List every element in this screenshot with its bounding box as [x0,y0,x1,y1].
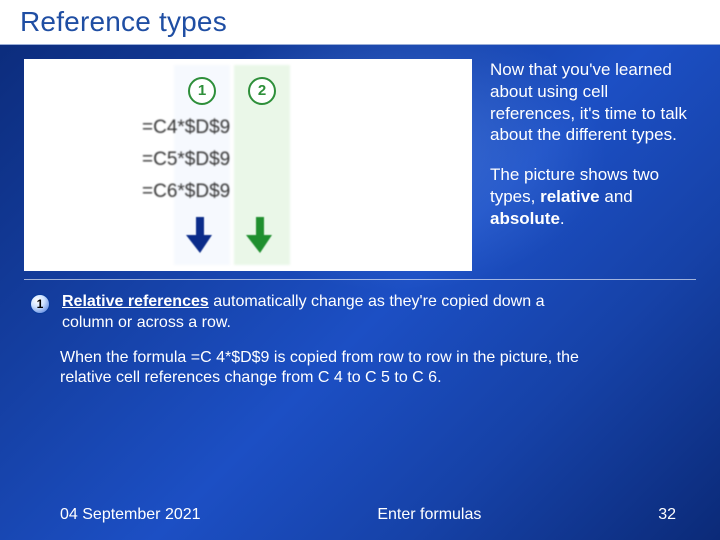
footer: 04 September 2021 Enter formulas 32 [0,506,720,524]
side-paragraph-1: Now that you've learned about using cell… [490,59,690,146]
text: . [560,209,565,228]
side-paragraph-2: The picture shows two types, relative an… [490,164,690,229]
callout-2: 2 [248,77,276,105]
title-bar: Reference types [0,0,720,45]
bullet-item-1: 1 Relative references automatically chan… [30,292,692,334]
footer-date: 04 September 2021 [60,506,201,524]
side-text: Now that you've learned about using cell… [490,59,696,271]
page-title: Reference types [20,6,720,38]
spacer [30,348,48,390]
down-arrow-blue [186,217,214,253]
text-bold: absolute [490,209,560,228]
down-arrow-green [246,217,274,253]
bullet-item-1b: When the formula =C 4*$D$9 is copied fro… [30,348,692,390]
text: and [600,187,633,206]
formula-row-1: =C4*$D$9 [142,117,298,139]
text-bold-underline: Relative references [62,293,209,310]
callout-1: 1 [188,77,216,105]
bullet-list: 1 Relative references automatically chan… [0,280,720,389]
upper-content: 1 2 =C4*$D$9 =C5*$D$9 =C6*$D$9 Now that … [0,45,720,271]
footer-page-number: 32 [658,506,676,524]
bullet-number-icon: 1 [30,294,50,314]
text-bold: relative [540,187,600,206]
formula-row-2: =C5*$D$9 [142,149,298,171]
illustration: 1 2 =C4*$D$9 =C5*$D$9 =C6*$D$9 [24,59,472,271]
bullet-text: Relative references automatically change… [62,292,582,334]
bullet-text: When the formula =C 4*$D$9 is copied fro… [60,348,580,390]
footer-center: Enter formulas [377,506,481,524]
formula-row-3: =C6*$D$9 [142,181,298,203]
